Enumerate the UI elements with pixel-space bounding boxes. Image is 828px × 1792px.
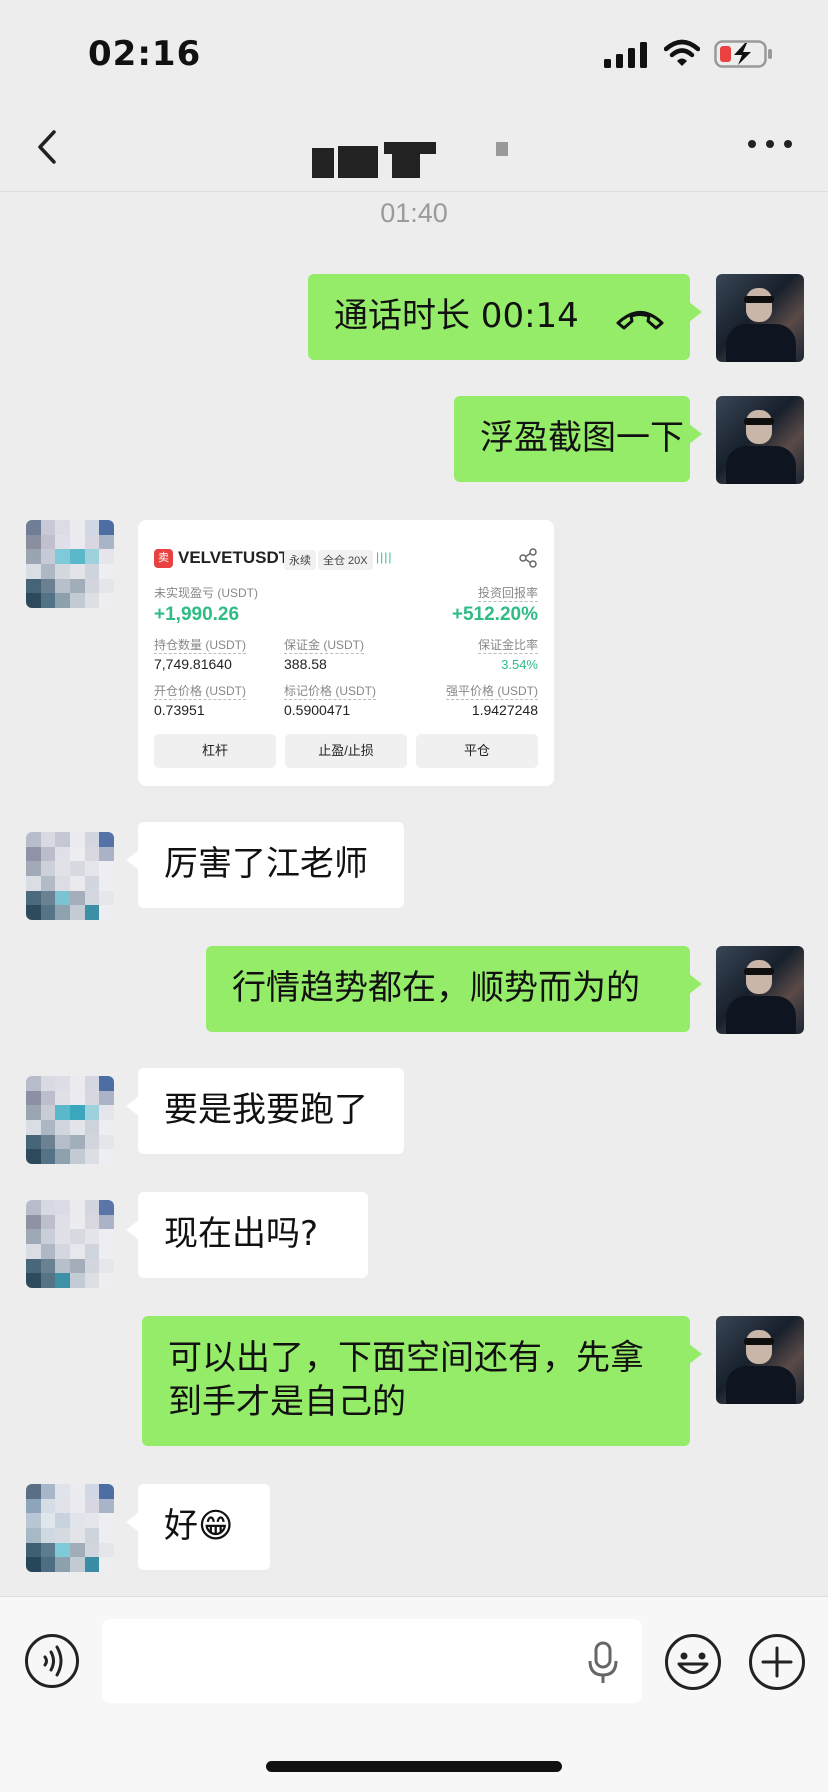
more-dots-icon[interactable] bbox=[746, 126, 796, 166]
tag-margin-mode: 全仓 20X bbox=[318, 550, 373, 570]
exchange-logo: 卖 bbox=[154, 549, 173, 568]
roi-value: +512.20% bbox=[451, 604, 538, 625]
plus-icon[interactable] bbox=[748, 1633, 806, 1691]
message-bubble-outgoing[interactable]: 行情趋势都在，顺势而为的 bbox=[206, 946, 702, 1032]
close-position-button[interactable]: 平仓 bbox=[416, 734, 538, 768]
avatar-self[interactable] bbox=[716, 396, 804, 484]
battery-icon bbox=[714, 40, 772, 68]
message-bubble-outgoing[interactable]: 浮盈截图一下 bbox=[454, 396, 702, 482]
liquidation-price-label: 强平价格 (USDT) bbox=[446, 684, 538, 700]
avatar-contact[interactable] bbox=[26, 520, 114, 608]
message-bubble-incoming[interactable]: 要是我要跑了 bbox=[126, 1068, 404, 1154]
signal-icon bbox=[604, 42, 647, 68]
message-bubble-incoming[interactable]: 厉害了江老师 bbox=[126, 822, 404, 908]
roi-label: 投资回报率 bbox=[477, 586, 538, 602]
voice-icon[interactable] bbox=[24, 1633, 80, 1689]
message-bubble-incoming[interactable]: 好😁 bbox=[126, 1484, 270, 1570]
message-bubble-outgoing[interactable]: 通话时长 00:14 bbox=[308, 274, 702, 360]
liquidation-price-value: 1.9427248 bbox=[471, 702, 538, 718]
chat-title-redacted bbox=[310, 140, 510, 180]
entry-price-label: 开仓价格 (USDT) bbox=[154, 684, 246, 700]
position-size-value: 7,749.81640 bbox=[154, 656, 232, 672]
mic-icon[interactable] bbox=[588, 1641, 618, 1685]
home-indicator[interactable] bbox=[266, 1761, 562, 1772]
phone-hangup-icon bbox=[616, 310, 664, 329]
tag-perpetual: 永续 bbox=[284, 550, 316, 570]
status-bar: 02:16 bbox=[0, 0, 828, 110]
chat-header bbox=[0, 110, 828, 192]
avatar-contact[interactable] bbox=[26, 1484, 114, 1572]
mark-price-value: 0.5900471 bbox=[284, 702, 351, 718]
avatar-self[interactable] bbox=[716, 946, 804, 1034]
avatar-self[interactable] bbox=[716, 274, 804, 362]
avatar-self[interactable] bbox=[716, 1316, 804, 1404]
margin-ratio-label: 保证金比率 bbox=[477, 638, 538, 654]
emoji-icon[interactable] bbox=[664, 1633, 722, 1691]
unrealized-pnl-label: 未实现盈亏 (USDT) bbox=[154, 586, 258, 600]
trade-symbol: VELVETUSDT bbox=[178, 548, 290, 567]
tp-sl-button[interactable]: 止盈/止损 bbox=[285, 734, 407, 768]
mark-price-label: 标记价格 (USDT) bbox=[284, 684, 376, 700]
entry-price-value: 0.73951 bbox=[154, 702, 205, 718]
share-icon[interactable] bbox=[518, 548, 538, 568]
status-time: 02:16 bbox=[88, 34, 202, 74]
message-input[interactable] bbox=[102, 1619, 642, 1703]
avatar-contact[interactable] bbox=[26, 1200, 114, 1288]
trade-position-card[interactable]: 卖 VELVETUSDT 永续 全仓 20X |||| 未实现盈亏 (USDT)… bbox=[138, 520, 554, 786]
unrealized-pnl-value: +1,990.26 bbox=[154, 604, 240, 625]
leverage-button[interactable]: 杠杆 bbox=[154, 734, 276, 768]
message-bubble-outgoing[interactable]: 可以出了，下面空间还有，先拿到手才是自己的 bbox=[142, 1316, 702, 1446]
trade-card-header: 卖 VELVETUSDT 永续 全仓 20X |||| bbox=[154, 548, 538, 572]
position-size-label: 持仓数量 (USDT) bbox=[154, 638, 246, 654]
avatar-contact[interactable] bbox=[26, 1076, 114, 1164]
wifi-icon bbox=[664, 39, 700, 66]
strength-bars: |||| bbox=[376, 550, 393, 564]
message-timestamp: 01:40 bbox=[380, 198, 448, 228]
chevron-left-icon[interactable] bbox=[26, 120, 76, 174]
margin-label: 保证金 (USDT) bbox=[284, 638, 364, 654]
message-bubble-incoming[interactable]: 现在出吗? bbox=[126, 1192, 368, 1278]
avatar-contact[interactable] bbox=[26, 832, 114, 920]
message-text: 通话时长 00:14 bbox=[334, 296, 579, 336]
margin-ratio-value: 3.54% bbox=[501, 657, 538, 672]
margin-value: 388.58 bbox=[284, 656, 327, 672]
